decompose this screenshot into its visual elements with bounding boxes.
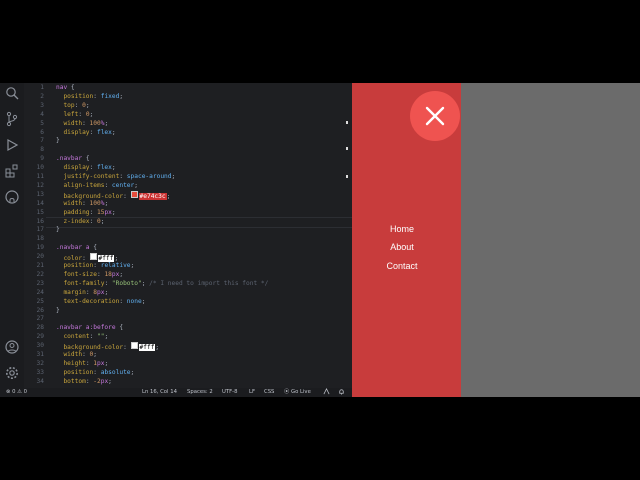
line-number: 27: [36, 315, 44, 323]
indentation-setting[interactable]: Spaces: 2: [187, 388, 213, 397]
line-number: 16: [36, 217, 44, 225]
activity-bar: [0, 83, 24, 388]
code-line[interactable]: width: 0;: [56, 351, 97, 360]
line-number: 5: [40, 119, 44, 127]
account-icon[interactable]: [4, 339, 20, 355]
github-icon[interactable]: [4, 189, 20, 205]
code-line[interactable]: width: 100%;: [56, 120, 108, 129]
line-number: 14: [36, 199, 44, 207]
line-number: 6: [40, 128, 44, 136]
code-line[interactable]: font-family: "Roboto"; /* I need to impo…: [56, 280, 268, 289]
code-line[interactable]: align-items: center;: [56, 182, 138, 191]
code-line[interactable]: content: "";: [56, 333, 108, 342]
line-number: 28: [36, 324, 44, 332]
line-number: 22: [36, 270, 44, 278]
code-line[interactable]: .navbar a:before {: [56, 324, 123, 333]
code-line[interactable]: .navbar {: [56, 155, 90, 164]
code-line[interactable]: height: 1px;: [56, 360, 108, 369]
line-number: 2: [40, 92, 44, 100]
cursor-position[interactable]: Ln 16, Col 14: [142, 388, 177, 397]
line-number: 31: [36, 351, 44, 358]
overview-mark: [346, 175, 348, 178]
line-number: 32: [36, 359, 44, 367]
line-number: 24: [36, 288, 44, 296]
notifications-bell-icon[interactable]: [338, 388, 345, 397]
go-live-button[interactable]: ⦿ Go Live: [284, 388, 311, 397]
line-number: 12: [36, 181, 44, 189]
close-icon: [425, 106, 445, 126]
code-line[interactable]: nav {: [56, 84, 75, 93]
code-line[interactable]: left: 0;: [56, 111, 93, 120]
code-editor-window: 1 2 3 4 5 6 7 8 9 10 11 12 13 14 15 16 17 18 19 20 21 22 23 24 2…: [0, 83, 352, 397]
line-number: 1: [40, 84, 44, 91]
code-line[interactable]: position: absolute;: [56, 369, 134, 378]
code-line[interactable]: bottom: -2px;: [56, 378, 111, 387]
code-line[interactable]: position: relative;: [56, 262, 134, 271]
eol-setting[interactable]: LF: [249, 388, 255, 397]
screen: 1 2 3 4 5 6 7 8 9 10 11 12 13 14 15 16 17 18 19 20 21 22 23 24 2…: [0, 0, 640, 480]
line-number: 11: [36, 173, 44, 180]
code-line[interactable]: z-index: 0;: [56, 218, 104, 227]
run-debug-icon[interactable]: [4, 137, 20, 153]
nav-link-contact[interactable]: Contact: [352, 261, 452, 271]
code-line[interactable]: font-size: 18px;: [56, 271, 123, 280]
feedback-icon[interactable]: [323, 387, 330, 397]
settings-gear-icon[interactable]: [4, 365, 20, 381]
code-line[interactable]: justify-content: space-around;: [56, 173, 175, 182]
line-number: 33: [36, 368, 44, 376]
overview-mark: [346, 147, 348, 150]
status-bar: ⊗ 0 ⚠ 0 Ln 16, Col 14 Spaces: 2 UTF-8 LF…: [0, 387, 352, 397]
navbar-menu-panel: Home About Contact: [352, 83, 461, 397]
line-number: 15: [36, 208, 44, 216]
line-number: 13: [36, 190, 44, 198]
line-number: 29: [36, 333, 44, 341]
code-line[interactable]: }: [56, 226, 60, 235]
line-number: 17: [36, 226, 44, 234]
code-line[interactable]: position: fixed;: [56, 93, 123, 102]
line-number: 10: [36, 164, 44, 172]
code-line[interactable]: .navbar a {: [56, 244, 97, 253]
line-number-gutter: 1 2 3 4 5 6 7 8 9 10 11 12 13 14 15 16 17 18 19 20 21 22 23 24 2…: [24, 83, 46, 388]
code-line[interactable]: width: 100%;: [56, 200, 108, 209]
source-control-icon[interactable]: [4, 111, 20, 127]
code-line[interactable]: margin: 8px;: [56, 289, 108, 298]
problems-indicator[interactable]: ⊗ 0 ⚠ 0: [6, 388, 27, 397]
code-area[interactable]: nav { position: fixed; top: 0; left: 0; …: [46, 83, 352, 388]
code-line[interactable]: }: [56, 137, 60, 146]
code-line[interactable]: }: [56, 307, 60, 316]
code-line[interactable]: display: flex;: [56, 129, 115, 138]
line-number: 23: [36, 279, 44, 287]
nav-link-home[interactable]: Home: [352, 224, 452, 234]
line-number: 3: [40, 101, 44, 109]
close-menu-button[interactable]: [410, 91, 460, 141]
line-number: 8: [40, 146, 44, 154]
code-line[interactable]: text-decoration: none;: [56, 298, 145, 307]
line-number: 30: [36, 342, 44, 350]
code-line[interactable]: padding: 15px;: [56, 209, 115, 218]
line-number: 9: [40, 155, 44, 163]
line-number: 21: [36, 262, 44, 269]
line-number: 4: [40, 110, 44, 118]
encoding-setting[interactable]: UTF-8: [222, 388, 237, 397]
line-number: 18: [36, 235, 44, 243]
overview-mark: [346, 121, 348, 124]
extensions-icon[interactable]: [4, 163, 20, 179]
nav-link-about[interactable]: About: [352, 242, 452, 252]
search-icon[interactable]: [4, 85, 20, 101]
line-number: 7: [40, 137, 44, 145]
line-number: 19: [36, 244, 44, 252]
browser-preview: Home About Contact: [352, 83, 640, 397]
line-number: 26: [36, 306, 44, 314]
code-line[interactable]: display: flex;: [56, 164, 115, 173]
code-line[interactable]: top: 0;: [56, 102, 89, 111]
language-mode[interactable]: CSS: [264, 388, 274, 397]
line-number: 25: [36, 297, 44, 305]
line-number: 34: [36, 377, 44, 385]
line-number: 20: [36, 253, 44, 261]
